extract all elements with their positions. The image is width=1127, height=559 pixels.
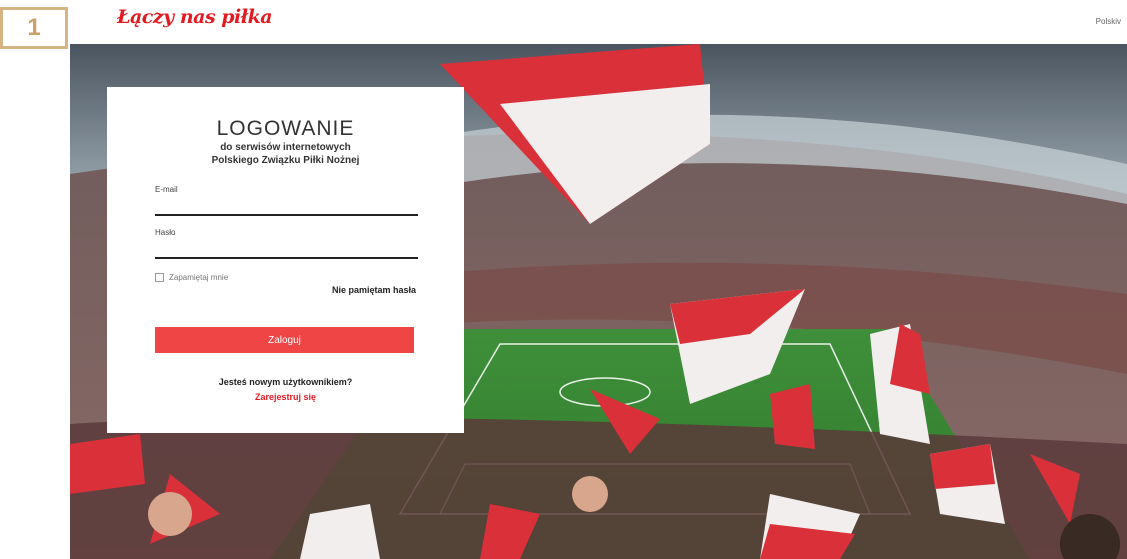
register-link[interactable]: Zarejestruj się — [155, 392, 416, 402]
remember-me-label: Zapamiętaj mnie — [169, 273, 229, 282]
email-field[interactable] — [155, 194, 418, 216]
language-selector[interactable]: Polskiv — [1096, 17, 1121, 26]
login-subtitle-line2: Polskiego Związku Piłki Nożnej — [211, 155, 360, 166]
remember-me-row[interactable]: Zapamiętaj mnie — [155, 273, 416, 282]
forgot-password-link[interactable]: Nie pamiętam hasła — [155, 285, 416, 295]
step-number: 1 — [27, 14, 41, 41]
step-badge: 1 — [0, 7, 68, 49]
login-title: LOGOWANIE — [216, 117, 355, 140]
new-user-text: Jesteś nowym użytkownikiem? — [218, 377, 353, 387]
login-button[interactable]: Zaloguj — [155, 327, 414, 353]
password-label: Hasło — [155, 228, 176, 237]
brand-logo[interactable]: Łączy nas piłka — [117, 6, 273, 28]
email-label: E-mail — [155, 185, 178, 194]
login-subtitle-line1: do serwisów internetowych — [220, 142, 351, 153]
password-field[interactable] — [155, 237, 418, 259]
login-panel: LOGOWANIE do serwisów internetowych Pols… — [107, 87, 464, 433]
remember-me-checkbox[interactable] — [155, 273, 164, 282]
